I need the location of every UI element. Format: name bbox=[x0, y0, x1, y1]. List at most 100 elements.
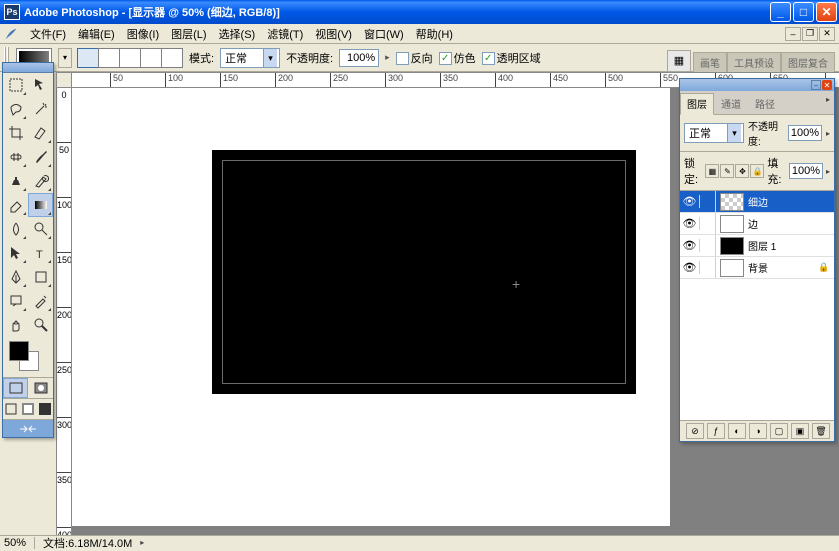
slice-tool[interactable] bbox=[28, 121, 53, 145]
layer-link-area[interactable] bbox=[700, 257, 716, 278]
menu-edit[interactable]: 编辑(E) bbox=[72, 25, 121, 43]
window-minimize-button[interactable]: _ bbox=[770, 2, 791, 22]
layer-name-label[interactable]: 图层 1 bbox=[748, 238, 818, 253]
layer-name-label[interactable]: 边 bbox=[748, 216, 818, 231]
layer-mask-button[interactable]: ◐ bbox=[728, 423, 746, 439]
quickmask-mode-button[interactable] bbox=[28, 378, 53, 398]
layer-row[interactable]: 👁 图层 1 bbox=[680, 235, 834, 257]
tab-channels[interactable]: 通道 bbox=[714, 93, 748, 114]
gradient-tool[interactable] bbox=[28, 193, 53, 217]
layer-row[interactable]: 👁 背景 🔒 bbox=[680, 257, 834, 279]
standard-mode-button[interactable] bbox=[3, 378, 28, 398]
panel-close-button[interactable]: ✕ bbox=[822, 80, 832, 90]
lock-all-button[interactable]: 🔒 bbox=[750, 164, 764, 178]
zoom-level[interactable]: 50% bbox=[4, 537, 26, 549]
opacity-slider-icon[interactable]: ▸ bbox=[826, 129, 830, 138]
gradient-reflected-button[interactable] bbox=[140, 48, 162, 68]
lock-transparency-button[interactable]: ▦ bbox=[705, 164, 719, 178]
brush-tool[interactable] bbox=[28, 145, 53, 169]
menu-image[interactable]: 图像(I) bbox=[121, 25, 165, 43]
screen-full-button[interactable] bbox=[36, 399, 53, 419]
path-selection-tool[interactable] bbox=[3, 241, 28, 265]
foreground-color-swatch[interactable] bbox=[9, 341, 29, 361]
pen-tool[interactable] bbox=[3, 265, 28, 289]
healing-brush-tool[interactable] bbox=[3, 145, 28, 169]
doc-restore-button[interactable]: ❐ bbox=[802, 27, 818, 41]
opacity-input[interactable]: 100% bbox=[339, 49, 379, 67]
type-tool[interactable]: T bbox=[28, 241, 53, 265]
menu-view[interactable]: 视图(V) bbox=[309, 25, 358, 43]
layer-style-button[interactable]: ƒ bbox=[707, 423, 725, 439]
status-menu-icon[interactable]: ▸ bbox=[140, 538, 144, 547]
visibility-toggle-icon[interactable]: 👁 bbox=[680, 195, 700, 208]
dock-tab-brushes[interactable]: 画笔 bbox=[693, 52, 727, 72]
reverse-checkbox[interactable]: 反向 bbox=[396, 50, 433, 66]
gradient-picker-arrow[interactable]: ▾ bbox=[58, 48, 72, 68]
panel-menu-icon[interactable]: ▸ bbox=[822, 93, 834, 114]
screen-standard-button[interactable] bbox=[3, 399, 20, 419]
move-tool[interactable] bbox=[28, 73, 53, 97]
visibility-toggle-icon[interactable]: 👁 bbox=[680, 217, 700, 230]
blur-tool[interactable] bbox=[3, 217, 28, 241]
layer-blend-mode-select[interactable]: 正常 bbox=[684, 123, 744, 143]
ruler-origin[interactable] bbox=[56, 72, 72, 88]
lasso-tool[interactable] bbox=[3, 97, 28, 121]
notes-tool[interactable] bbox=[3, 289, 28, 313]
marquee-tool[interactable] bbox=[3, 73, 28, 97]
menu-layer[interactable]: 图层(L) bbox=[165, 25, 212, 43]
dither-checkbox[interactable]: ✓仿色 bbox=[439, 50, 476, 66]
opacity-flyout-icon[interactable]: ▸ bbox=[385, 52, 390, 63]
window-close-button[interactable]: ✕ bbox=[816, 2, 837, 22]
layer-row[interactable]: 👁 细边 bbox=[680, 191, 834, 213]
visibility-toggle-icon[interactable]: 👁 bbox=[680, 239, 700, 252]
dodge-tool[interactable] bbox=[28, 217, 53, 241]
visibility-toggle-icon[interactable]: 👁 bbox=[680, 261, 700, 274]
dock-tab-layer-comps[interactable]: 图层复合 bbox=[781, 52, 835, 72]
fill-input[interactable]: 100% bbox=[789, 163, 823, 179]
menu-select[interactable]: 选择(S) bbox=[213, 25, 262, 43]
fill-slider-icon[interactable]: ▸ bbox=[826, 167, 830, 176]
gradient-radial-button[interactable] bbox=[98, 48, 120, 68]
window-maximize-button[interactable]: □ bbox=[793, 2, 814, 22]
menu-help[interactable]: 帮助(H) bbox=[410, 25, 459, 43]
menu-filter[interactable]: 滤镜(T) bbox=[261, 25, 309, 43]
gradient-angle-button[interactable] bbox=[119, 48, 141, 68]
palette-well-toggle-icon[interactable]: ▦ bbox=[667, 50, 691, 72]
gradient-diamond-button[interactable] bbox=[161, 48, 183, 68]
toolbox-header[interactable] bbox=[3, 63, 53, 73]
delete-layer-button[interactable]: 🗑 bbox=[812, 423, 830, 439]
layer-link-area[interactable] bbox=[700, 191, 716, 212]
layer-row[interactable]: 👁 边 bbox=[680, 213, 834, 235]
layer-name-label[interactable]: 细边 bbox=[748, 194, 818, 209]
history-brush-tool[interactable] bbox=[28, 169, 53, 193]
screen-fullmenu-button[interactable] bbox=[20, 399, 37, 419]
new-layer-button[interactable]: ▣ bbox=[791, 423, 809, 439]
tab-layers[interactable]: 图层 bbox=[680, 93, 714, 115]
lock-pixels-button[interactable]: ✎ bbox=[720, 164, 734, 178]
jump-to-imageready-button[interactable] bbox=[3, 419, 53, 437]
layer-opacity-input[interactable]: 100% bbox=[788, 125, 822, 141]
panel-minimize-button[interactable]: – bbox=[811, 80, 821, 90]
blend-mode-select[interactable]: 正常 bbox=[220, 48, 280, 68]
lock-position-button[interactable]: ✥ bbox=[735, 164, 749, 178]
menu-window[interactable]: 窗口(W) bbox=[358, 25, 410, 43]
vertical-ruler[interactable]: 050100150200250300350400 bbox=[56, 88, 72, 535]
dock-tab-tool-presets[interactable]: 工具预设 bbox=[727, 52, 781, 72]
layer-thumbnail[interactable] bbox=[720, 215, 744, 233]
layer-link-area[interactable] bbox=[700, 235, 716, 256]
eraser-tool[interactable] bbox=[3, 193, 28, 217]
doc-close-button[interactable]: ✕ bbox=[819, 27, 835, 41]
new-group-button[interactable]: ▢ bbox=[770, 423, 788, 439]
link-layers-button[interactable]: ⊘ bbox=[686, 423, 704, 439]
crop-tool[interactable] bbox=[3, 121, 28, 145]
layer-thumbnail[interactable] bbox=[720, 193, 744, 211]
hand-tool[interactable] bbox=[3, 313, 28, 337]
tab-paths[interactable]: 路径 bbox=[748, 93, 782, 114]
shape-tool[interactable] bbox=[28, 265, 53, 289]
new-fill-layer-button[interactable]: ◑ bbox=[749, 423, 767, 439]
layer-thumbnail[interactable] bbox=[720, 259, 744, 277]
menu-file[interactable]: 文件(F) bbox=[24, 25, 72, 43]
transparency-checkbox[interactable]: ✓透明区域 bbox=[482, 50, 541, 66]
doc-minimize-button[interactable]: – bbox=[785, 27, 801, 41]
layer-link-area[interactable] bbox=[700, 213, 716, 234]
